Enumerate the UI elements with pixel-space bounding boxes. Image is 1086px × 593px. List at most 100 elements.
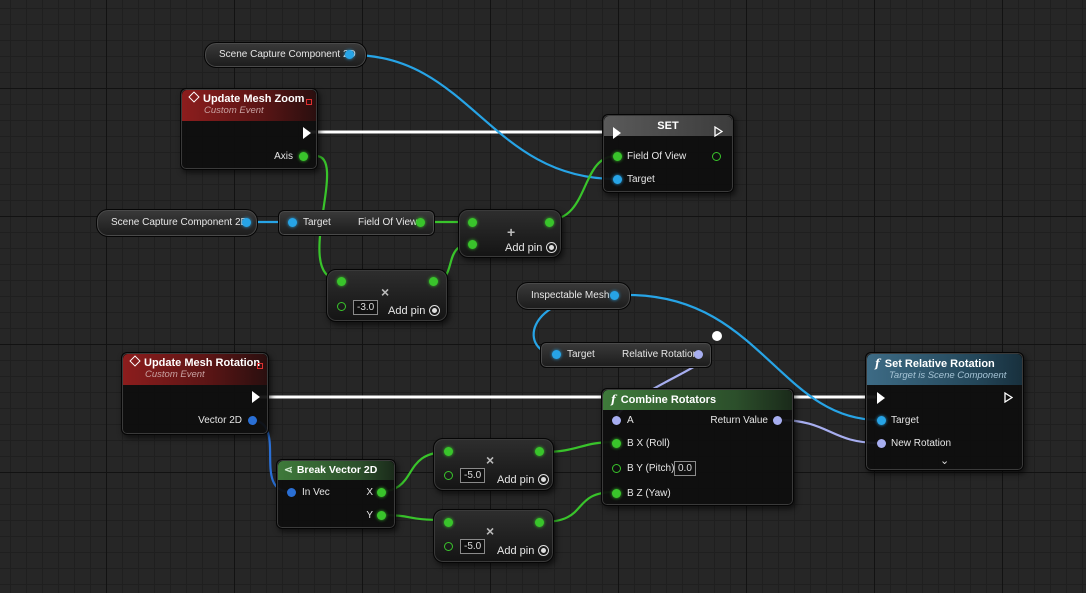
add-output-pin[interactable] [545,218,554,227]
multiply-output-pin[interactable] [535,447,544,456]
update-mesh-zoom-event[interactable]: Update Mesh Zoom Custom Event Axis [180,88,318,170]
event-header: Update Mesh Rotation Custom Event [123,354,267,385]
multiply-value-field[interactable]: -3.0 [353,300,379,315]
return-value-pin-label: Return Value [710,415,768,426]
new-rotation-pin-label: New Rotation [891,438,952,449]
event-header: Update Mesh Zoom Custom Event [182,90,316,121]
object-output-pin[interactable] [345,50,354,59]
set-rotation-title: Set Relative Rotation [884,358,995,370]
object-output-pin[interactable] [610,291,619,300]
update-mesh-rotation-event[interactable]: Update Mesh Rotation Custom Event Vector… [121,352,269,435]
axis-pin-label: Axis [274,151,293,162]
set-header: SET [604,116,732,136]
pitch-value-field[interactable]: 0.0 [674,461,696,476]
multiply-output-pin[interactable] [429,277,438,286]
delegate-pin[interactable] [306,99,312,105]
multiply-operator: × [486,452,495,468]
a-pin-label: A [627,415,634,426]
new-rotation-input-pin[interactable] [877,439,886,448]
relative-rotation-output-pin[interactable] [694,350,703,359]
fov-output-pin[interactable] [712,152,721,161]
get-field-of-view-node[interactable]: Target Field Of View [278,210,435,236]
combine-title: Combine Rotators [620,394,717,406]
scene-capture-variable-top[interactable]: Scene Capture Component 2D [204,42,367,68]
axis-output-pin[interactable] [299,152,308,161]
in-vec-pin-label: In Vec [302,487,330,498]
x-output-pin[interactable] [377,488,386,497]
in-vec-input-pin[interactable] [287,488,296,497]
exec-output-pin[interactable] [714,126,723,137]
roll-pin-label: B X (Roll) [627,438,670,449]
exec-output-pin[interactable] [252,391,260,403]
object-output-pin[interactable] [242,218,251,227]
set-rotation-header: f Set Relative Rotation Target is Scene C… [867,354,1022,385]
add-pin-button[interactable]: Add pin [505,242,558,254]
multiply-value-field[interactable]: -5.0 [460,539,486,554]
multiply-input-b-pin[interactable] [337,302,346,311]
add-pin-icon [538,545,550,556]
add-pin-button[interactable]: Add pin [388,305,441,317]
exec-input-pin[interactable] [613,127,621,139]
multiply-input-b-pin[interactable] [444,542,453,551]
multiply-output-pin[interactable] [535,518,544,527]
yaw-input-pin[interactable] [612,489,621,498]
pitch-input-pin[interactable] [612,464,621,473]
add-node[interactable]: + Add pin [458,209,562,258]
exec-output-pin[interactable] [1004,392,1013,403]
exec-output-pin[interactable] [303,127,311,139]
combine-header: f Combine Rotators [603,390,792,410]
target-pin-label: Target [891,415,919,426]
fov-output-pin[interactable] [416,218,425,227]
target-input-pin[interactable] [613,175,622,184]
multiply-input-a-pin[interactable] [444,518,453,527]
fov-input-pin[interactable] [613,152,622,161]
delegate-pin[interactable] [257,363,263,369]
break-title: Break Vector 2D [296,464,378,476]
add-pin-button[interactable]: Add pin [497,545,550,557]
multiply-zoom-node[interactable]: × -3.0 Add pin [326,269,448,322]
exec-input-pin[interactable] [877,392,885,404]
vector-2d-output-pin[interactable] [248,416,257,425]
variable-label: Scene Capture Component 2D [219,49,356,60]
inspectable-mesh-variable[interactable]: Inspectable Mesh [516,282,631,310]
fov-pin-label: Field Of View [358,217,418,228]
reroute-knot [712,331,722,341]
target-pin-label: Target [303,217,331,228]
add-pin-button[interactable]: Add pin [497,474,550,486]
multiply-y-node[interactable]: × -5.0 Add pin [433,509,554,563]
multiply-x-node[interactable]: × -5.0 Add pin [433,438,554,491]
variable-label: Inspectable Mesh [531,290,610,301]
multiply-input-a-pin[interactable] [444,447,453,456]
target-input-pin[interactable] [288,218,297,227]
relative-rotation-pin-label: Relative Rotation [622,349,699,360]
add-pin-icon [538,474,550,485]
break-icon: ⋖ [284,464,293,476]
set-title: SET [657,120,679,132]
chevron-down-icon[interactable]: ⌄ [940,454,949,467]
multiply-value-field[interactable]: -5.0 [460,468,486,483]
event-title: Update Mesh Rotation [144,357,261,369]
a-input-pin[interactable] [612,416,621,425]
set-field-of-view-node[interactable]: SET Field Of View Target [602,114,734,193]
add-pin-icon [429,305,441,316]
y-output-pin[interactable] [377,511,386,520]
add-input-b-pin[interactable] [468,240,477,249]
return-value-output-pin[interactable] [773,416,782,425]
yaw-pin-label: B Z (Yaw) [627,488,671,499]
function-icon: f [875,357,880,370]
roll-input-pin[interactable] [612,439,621,448]
target-input-pin[interactable] [552,350,561,359]
combine-rotators-node[interactable]: f Combine Rotators A Return Value B X (Ro… [601,388,794,506]
break-vector-2d-node[interactable]: ⋖ Break Vector 2D In Vec X Y [276,459,396,529]
multiply-input-a-pin[interactable] [337,277,346,286]
get-relative-rotation-node[interactable]: Target Relative Rotation [540,342,712,368]
add-pin-label: Add pin [497,474,535,486]
target-input-pin[interactable] [877,416,886,425]
x-pin-label: X [366,487,373,498]
target-pin-label: Target [567,349,595,360]
multiply-input-b-pin[interactable] [444,471,453,480]
set-relative-rotation-node[interactable]: f Set Relative Rotation Target is Scene C… [865,352,1024,471]
add-input-a-pin[interactable] [468,218,477,227]
add-pin-label: Add pin [505,242,543,254]
scene-capture-variable-left[interactable]: Scene Capture Component 2D [96,209,258,237]
